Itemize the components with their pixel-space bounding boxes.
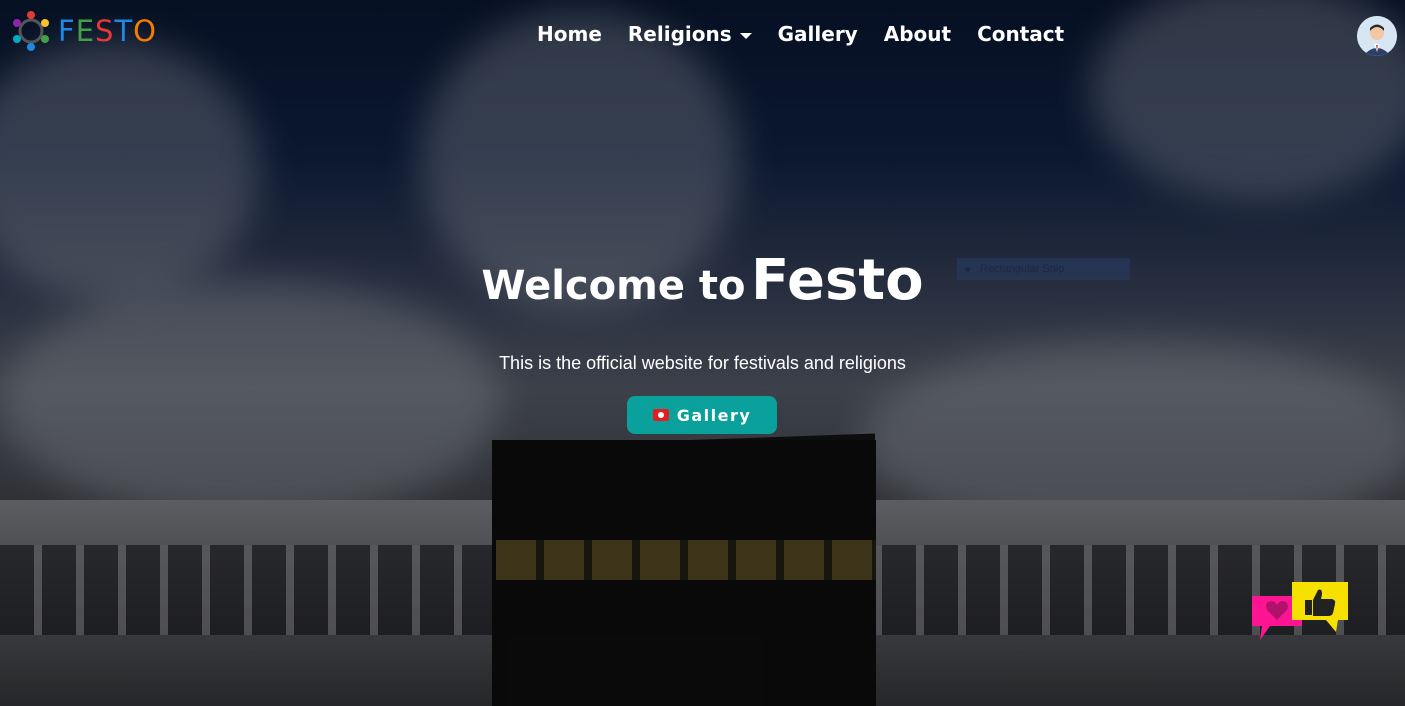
nav-gallery[interactable]: Gallery [778,22,858,46]
nav-religions-label: Religions [627,22,732,46]
brand-letter: O [133,14,157,48]
nav-about[interactable]: About [884,22,951,46]
nav-home[interactable]: Home [537,22,602,46]
brand-letter: S [95,14,115,48]
hero-subtitle: This is the official website for festiva… [499,353,906,373]
navbar: FESTO Home Religions Gallery About Conta… [0,0,1405,72]
nav-contact[interactable]: Contact [977,22,1064,46]
gallery-button-label: Gallery [676,405,752,425]
brand-letter: E [75,14,96,48]
brand-logo[interactable]: FESTO [10,10,157,52]
user-avatar-icon[interactable] [1357,16,1397,56]
user-avatar-graphic [1357,16,1397,56]
brand-letter: F [58,14,76,48]
nav-religions[interactable]: Religions [628,22,752,46]
gallery-button[interactable]: Gallery [627,396,777,434]
brand-letter: T [114,14,134,48]
hero-title: Welcome to Festo [0,248,1405,313]
chevron-down-icon [739,32,752,39]
brand-wordmark: FESTO [58,14,157,48]
hero-title-brand: Festo [751,248,924,313]
main-menu: Home Religions Gallery About Contact [537,22,1064,46]
camera-icon [652,409,669,421]
hero-title-prefix: Welcome to [481,263,746,309]
people-circle-logo-icon [13,11,49,51]
reactions-widget[interactable] [1250,580,1350,645]
